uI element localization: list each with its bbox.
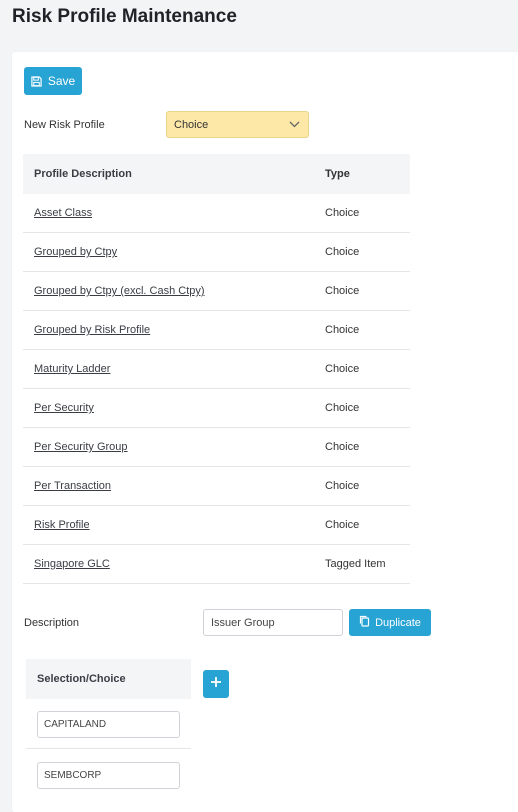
profile-description-cell: Grouped by Risk Profile: [23, 324, 325, 336]
profile-link[interactable]: Per Security: [34, 402, 94, 414]
table-row: Per Security Group Choice: [23, 428, 410, 467]
profile-type-cell: Choice: [325, 402, 360, 414]
profile-link[interactable]: Per Transaction: [34, 480, 111, 492]
description-input[interactable]: Issuer Group: [203, 609, 343, 636]
table-row: Asset Class Choice: [23, 194, 410, 233]
profile-description-cell: Maturity Ladder: [23, 363, 325, 375]
choice-row: CAPITALAND: [26, 699, 191, 749]
duplicate-button-label: Duplicate: [375, 616, 421, 629]
profile-type-cell: Choice: [325, 519, 360, 531]
profile-type-cell: Tagged Item: [325, 558, 386, 570]
profile-description-cell: Per Transaction: [23, 480, 325, 492]
profile-link[interactable]: Maturity Ladder: [34, 363, 110, 375]
profile-type-cell: Choice: [325, 207, 360, 219]
table-row: Grouped by Risk Profile Choice: [23, 311, 410, 350]
selection-choice-header: Selection/Choice: [26, 659, 191, 699]
floppy-disk-icon: [31, 75, 42, 87]
table-row: Per Security Choice: [23, 389, 410, 428]
profile-link[interactable]: Risk Profile: [34, 519, 90, 531]
profile-description-cell: Per Security Group: [23, 441, 325, 453]
profile-description-cell: Singapore GLC: [23, 558, 325, 570]
profile-link[interactable]: Grouped by Ctpy: [34, 246, 117, 258]
table-row: Grouped by Ctpy Choice: [23, 233, 410, 272]
risk-profile-table: Profile Description Type Asset Class Choi…: [23, 154, 410, 584]
table-header: Profile Description Type: [23, 154, 410, 194]
profile-type-cell: Choice: [325, 246, 360, 258]
table-row: Grouped by Ctpy (excl. Cash Ctpy) Choice: [23, 272, 410, 311]
new-risk-profile-select[interactable]: Choice: [166, 111, 309, 138]
profile-description-cell: Grouped by Ctpy (excl. Cash Ctpy): [23, 285, 325, 297]
add-choice-button[interactable]: [203, 670, 229, 698]
profile-type-cell: Choice: [325, 480, 360, 492]
profile-link[interactable]: Singapore GLC: [34, 558, 110, 570]
profile-link[interactable]: Grouped by Ctpy (excl. Cash Ctpy): [34, 285, 205, 297]
page-title: Risk Profile Maintenance: [12, 6, 237, 27]
profile-description-cell: Risk Profile: [23, 519, 325, 531]
table-row: Singapore GLC Tagged Item: [23, 545, 410, 584]
table-row: Maturity Ladder Choice: [23, 350, 410, 389]
duplicate-button[interactable]: Duplicate: [349, 609, 431, 636]
save-button-label: Save: [47, 74, 76, 88]
chevron-down-icon: [289, 119, 300, 131]
main-card: Save New Risk Profile Choice Profile Des…: [12, 52, 518, 812]
column-header-type: Type: [325, 168, 350, 180]
plus-icon: [210, 675, 222, 693]
description-label: Description: [24, 617, 80, 629]
profile-type-cell: Choice: [325, 441, 360, 453]
profile-description-cell: Asset Class: [23, 207, 325, 219]
table-row: Risk Profile Choice: [23, 506, 410, 545]
new-risk-profile-label: New Risk Profile: [24, 119, 105, 131]
column-header-profile-description: Profile Description: [34, 168, 132, 180]
profile-link[interactable]: Grouped by Risk Profile: [34, 324, 150, 336]
save-button[interactable]: Save: [24, 67, 82, 95]
copy-icon: [359, 615, 370, 630]
profile-type-cell: Choice: [325, 324, 360, 336]
profile-description-cell: Grouped by Ctpy: [23, 246, 325, 258]
profile-link[interactable]: Asset Class: [34, 207, 92, 219]
profile-type-cell: Choice: [325, 363, 360, 375]
choice-input[interactable]: CAPITALAND: [37, 711, 180, 738]
profile-link[interactable]: Per Security Group: [34, 441, 128, 453]
choice-input[interactable]: SEMBCORP: [37, 762, 180, 789]
table-row: Per Transaction Choice: [23, 467, 410, 506]
profile-description-cell: Per Security: [23, 402, 325, 414]
choice-row: SEMBCORP: [26, 750, 191, 800]
new-risk-profile-value: Choice: [174, 118, 209, 131]
profile-type-cell: Choice: [325, 285, 360, 297]
